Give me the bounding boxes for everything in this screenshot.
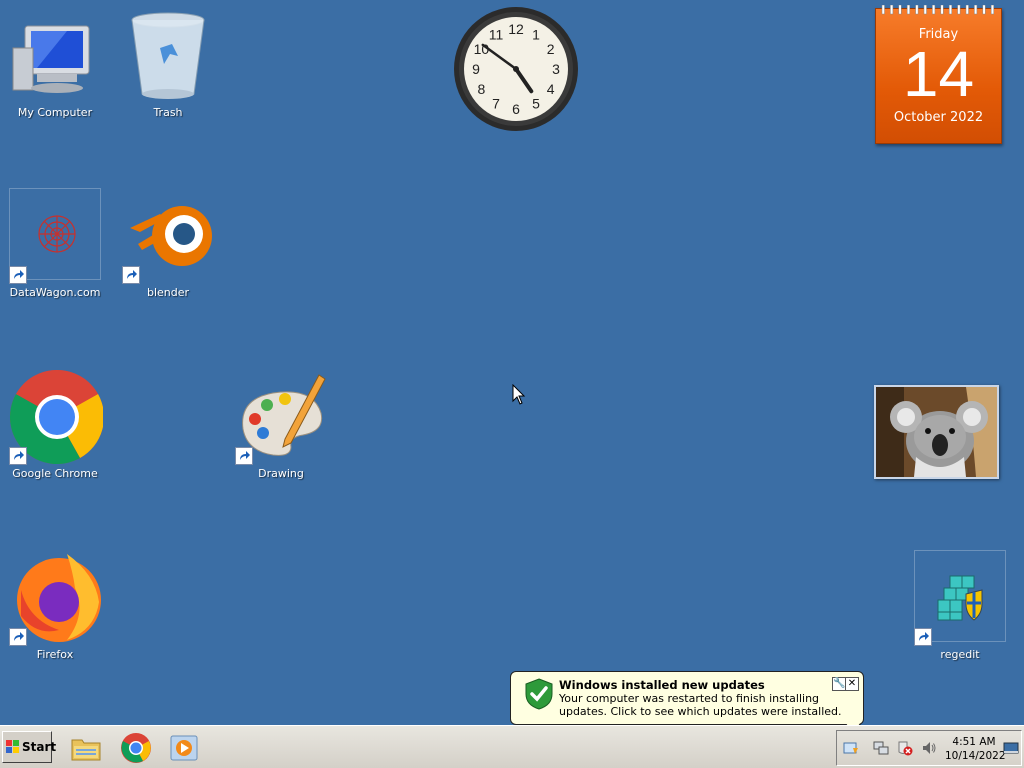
clock-numeral: 12 [508,21,524,37]
update-notification-balloon[interactable]: Windows installed new updates Your compu… [510,671,864,736]
clock-numeral: 7 [492,96,500,112]
file-explorer-icon[interactable] [70,732,102,764]
calendar-day-number: 14 [902,38,975,110]
calendar-rings-icon [881,5,994,15]
datawagon-icon [7,188,103,284]
notification-options-icon[interactable]: 🔧 [832,677,846,691]
clock-numeral: 5 [532,96,540,112]
desktop-icon-blender[interactable]: blender [118,188,218,300]
taskbar: Start 4:51 AM 10/14/2022 [0,725,1024,768]
shortcut-arrow-icon [9,447,27,465]
clock-numeral: 8 [478,81,486,97]
chrome-icon[interactable] [120,732,152,764]
blender-icon [120,188,216,284]
shortcut-arrow-icon [9,266,27,284]
clock-numeral: 9 [472,61,480,77]
security-alert-icon[interactable] [897,740,913,756]
system-tray: 4:51 AM 10/14/2022 [836,730,1022,766]
show-desktop-icon[interactable] [1003,740,1019,756]
shortcut-arrow-icon [122,266,140,284]
koala-photo-gadget[interactable] [874,385,999,479]
shield-check-icon [525,678,553,713]
shortcut-arrow-icon [9,628,27,646]
computer-icon [7,8,103,104]
desktop-icon-trash[interactable]: Trash [118,8,218,120]
clock-numeral: 2 [547,41,555,57]
recycle-bin-icon [120,8,216,104]
start-button[interactable]: Start [2,731,56,763]
notification-message[interactable]: Your computer was restarted to finish in… [559,692,859,718]
desktop-icon-label: Google Chrome [12,467,98,480]
chrome-icon [7,369,103,465]
clock-numeral: 4 [547,81,555,97]
firefox-icon [7,550,103,646]
desktop-icon-label: My Computer [17,106,93,119]
calendar-month-year: October 2022 [893,110,984,125]
desktop-icon-firefox[interactable]: Firefox [5,550,105,662]
desktop-icon-drawing[interactable]: Drawing [231,369,331,481]
network-icon[interactable] [873,740,889,756]
mouse-cursor-icon [512,383,526,410]
taskbar-date: 10/14/2022 [945,750,1006,762]
notification-close-icon[interactable]: ✕ [845,677,859,691]
taskbar-time: 4:51 AM [952,736,996,748]
clock-numeral: 1 [532,26,540,42]
calendar-gadget[interactable]: Friday 14 October 2022 [875,5,1002,144]
desktop-icon-label: DataWagon.com [9,286,101,299]
notification-title: Windows installed new updates [559,678,765,692]
media-player-icon[interactable] [168,732,200,764]
desktop-icon-label: Firefox [36,648,74,661]
shortcut-arrow-icon [235,447,253,465]
paint-palette-icon [233,369,329,465]
desktop-icon-label: regedit [940,648,980,661]
shortcut-arrow-icon [914,628,932,646]
desktop-icon-my-computer[interactable]: My Computer [5,8,105,120]
desktop-icon-google-chrome[interactable]: Google Chrome [5,369,105,481]
desktop-icon-label: Trash [153,106,183,119]
regedit-icon [912,550,1008,646]
desktop-icon-label: Drawing [258,467,304,480]
windows-update-icon[interactable] [843,740,859,756]
start-label: Start [22,740,57,754]
clock-numeral: 6 [512,101,520,117]
desktop-icon-datawagon[interactable]: DataWagon.com [5,188,105,300]
clock-numeral: 11 [489,26,504,42]
desktop-icon-label: blender [146,286,190,299]
clock-gadget[interactable]: 12 1 2 3 4 5 6 7 8 9 10 11 [453,6,579,132]
desktop-icon-regedit[interactable]: regedit [910,550,1010,662]
windows-logo-icon [6,740,20,754]
volume-icon[interactable] [921,740,937,756]
clock-numeral: 3 [552,61,560,77]
taskbar-clock[interactable]: 4:51 AM 10/14/2022 [945,735,1006,763]
